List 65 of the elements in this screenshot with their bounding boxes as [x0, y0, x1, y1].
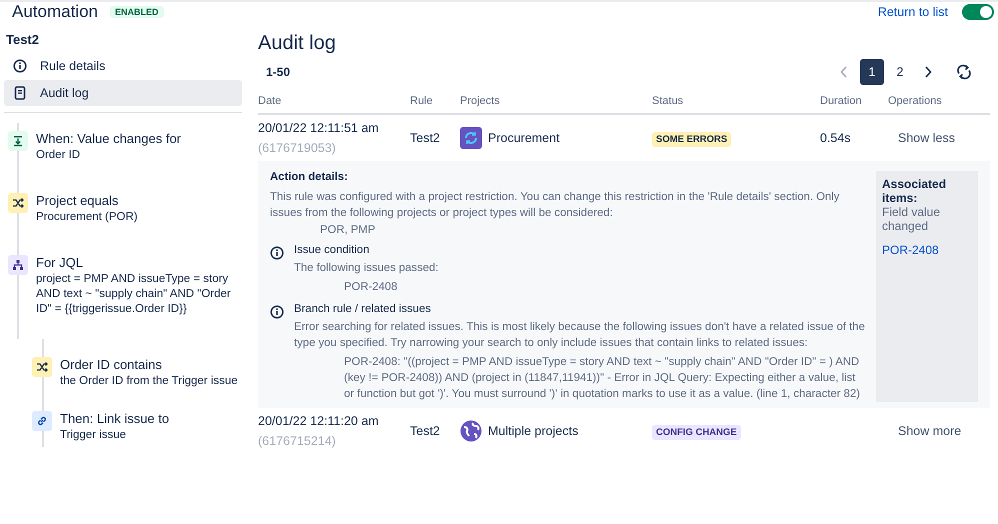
column-header: Rule — [410, 95, 434, 107]
project-name: Procurement — [488, 131, 560, 145]
nav-item[interactable]: Rule details — [4, 53, 242, 79]
date-text: 20/01/22 12:11:51 am — [258, 121, 380, 135]
rule-name: Test2 — [6, 32, 40, 47]
condition-step-icon — [8, 193, 28, 213]
execution-id: (6176715214) — [258, 434, 337, 448]
step-title[interactable]: Order ID contains — [60, 357, 238, 372]
project-avatar-icon — [460, 127, 482, 149]
document-icon — [13, 86, 27, 100]
column-header: Operations — [888, 95, 943, 107]
issue-entry: POR-2408 — [344, 280, 398, 295]
toggle-details-button[interactable]: Show less — [888, 129, 965, 147]
page-title: Automation — [12, 2, 98, 22]
step-detail: the Order ID from the Trigger issue — [60, 374, 238, 389]
step-detail: Trigger issue — [60, 428, 128, 443]
section-heading: Branch rule / related issues — [294, 303, 432, 315]
refresh-icon[interactable] — [956, 64, 972, 80]
section-title: Audit log — [258, 32, 337, 55]
details-heading: Action details: — [270, 171, 349, 183]
column-header: Projects — [460, 95, 501, 107]
column-header: Status — [652, 95, 684, 107]
condition-step-icon — [32, 357, 52, 377]
branch-step-icon — [8, 255, 28, 275]
step-title[interactable]: Then: Link issue to — [60, 411, 170, 426]
duration-cell-text: 0.54s — [820, 131, 852, 145]
rule-cell-text: Test2 — [410, 131, 441, 145]
nav-item[interactable]: Audit log — [4, 80, 242, 106]
page-button[interactable]: 2 — [888, 59, 912, 85]
column-header: Duration — [820, 95, 863, 107]
trigger-step-icon — [8, 131, 28, 151]
execution-id: (6176719053) — [258, 141, 337, 155]
globe-icon — [460, 420, 482, 442]
column-header: Date — [258, 95, 282, 107]
project-list: POR, PMP — [320, 224, 868, 236]
action-step-icon — [32, 411, 52, 431]
section-text: Error searching for related issues. This is most likely because the following issues don't have a related issue of the type you specified. Try narrowing your search to only include issues that contain links to related issues: — [294, 320, 866, 351]
step-title[interactable]: When: Value changes for — [36, 131, 182, 146]
step-detail: Order ID — [36, 148, 82, 163]
step-detail: project = PMP AND issueType = story AND text ~ "supply chain" AND "Order ID" = {{triggerissue.Order ID}} — [36, 272, 232, 317]
date-text: 20/01/22 12:11:20 am — [258, 414, 380, 428]
issue-link[interactable]: POR-2408 — [882, 243, 939, 257]
step-title[interactable]: For JQL — [36, 255, 242, 270]
result-range: 1-50 — [266, 65, 290, 79]
status-lozenge: SOME ERRORS — [652, 132, 732, 147]
details-text: This rule was configured with a project restriction. You can change this restriction in the 'Rule details' section. Only issues from the following projects or project types will be considered: — [270, 190, 840, 221]
return-link[interactable]: Return to list — [878, 5, 948, 19]
info-icon — [270, 305, 284, 319]
section-text: The following issues passed: — [294, 261, 438, 276]
section-heading: Issue condition — [294, 244, 370, 256]
chevron-right-icon[interactable] — [924, 66, 932, 78]
status-lozenge: ENABLED — [110, 6, 164, 18]
page-button[interactable]: 1 — [860, 59, 884, 85]
step-title[interactable]: Project equals — [36, 193, 138, 208]
toggle-details-button[interactable]: Show more — [888, 422, 972, 440]
issue-entry: POR-2408: "((project = PMP AND issueType = story AND text ~ "supply chain" AND "Order ID" = ) AND (key != POR-2408)) AND (project in (11847,11941))" - Error in JQL Query: Expecting either a value, list or function but got ')'. You must surround ')' in quotation marks to use it as a value. (line 1, character 82) — [344, 355, 862, 402]
step-detail: Procurement (POR) — [36, 210, 138, 225]
rule-cell-text: Test2 — [410, 424, 441, 438]
toggle-switch[interactable] — [962, 4, 994, 20]
project-name: Multiple projects — [488, 424, 578, 438]
info-icon — [270, 246, 284, 260]
info-icon — [13, 59, 27, 73]
associated-text: Field value changed — [882, 205, 942, 233]
associated-heading: Associated items: — [882, 177, 948, 205]
status-lozenge: CONFIG CHANGE — [652, 425, 741, 440]
